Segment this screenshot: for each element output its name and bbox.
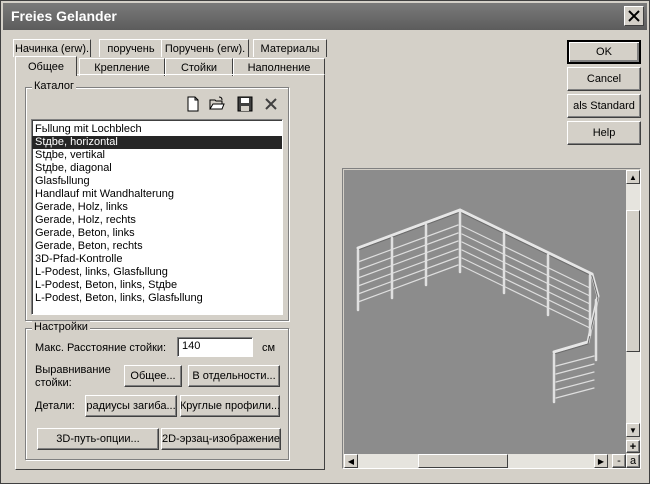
horizontal-scrollbar[interactable]: ◀ ▶ xyxy=(344,454,608,468)
details-label: Детали: xyxy=(35,400,75,412)
list-item[interactable]: Gerade, Beton, links xyxy=(32,227,282,240)
list-item[interactable]: Handlauf mit Wandhalterung xyxy=(32,188,282,201)
tab-filling-ext[interactable]: Начинка (erw). xyxy=(13,39,91,57)
tab-handrail[interactable]: поручень xyxy=(99,39,163,57)
list-item[interactable]: L-Podest, Beton, links, Stдbe xyxy=(32,279,282,292)
bend-radius-button[interactable]: радиусы загиба... xyxy=(85,395,177,417)
list-item[interactable]: 3D-Pfad-Kontrolle xyxy=(32,253,282,266)
as-standard-button[interactable]: als Standard xyxy=(567,94,641,118)
close-icon xyxy=(628,10,640,22)
path-3d-options-button[interactable]: 3D-путь-опции... xyxy=(37,428,159,450)
general-button[interactable]: Общее... xyxy=(124,365,182,387)
horizontal-scroll-thumb[interactable] xyxy=(418,454,508,468)
tab-general[interactable]: Общее xyxy=(15,56,77,76)
vertical-scrollbar[interactable]: ▲ ▼ xyxy=(626,170,640,437)
catalog-list[interactable]: Fьllung mit Lochblech Stдbe, horizontal … xyxy=(31,119,283,315)
scroll-right-button[interactable]: ▶ xyxy=(594,454,608,468)
settings-group-label: Настройки xyxy=(32,321,90,333)
tab-label: Материалы xyxy=(260,42,320,55)
tab-materials[interactable]: Материалы xyxy=(253,39,327,57)
tab-label: Стойки xyxy=(180,61,218,74)
zoom-in-button[interactable]: + xyxy=(626,440,640,453)
list-item[interactable]: Fьllung mit Lochblech xyxy=(32,123,282,136)
preview-viewport[interactable]: ▲ ▼ ◀ ▶ + - a xyxy=(342,168,641,469)
unit-label: см xyxy=(262,342,276,354)
image-2d-substitute-button[interactable]: 2D-эрзац-изображение xyxy=(161,428,281,450)
tab-label: Общее xyxy=(27,60,65,73)
list-item[interactable]: Stдbe, diagonal xyxy=(32,162,282,175)
alignment-label: Выравнивание стойки: xyxy=(35,364,111,389)
vertical-scroll-thumb[interactable] xyxy=(626,210,640,352)
title-bar: Freies Gelander xyxy=(3,3,647,30)
list-item[interactable]: Gerade, Holz, rechts xyxy=(32,214,282,227)
list-item[interactable]: Glasfьllung xyxy=(32,175,282,188)
scroll-down-button[interactable]: ▼ xyxy=(626,423,640,437)
list-item[interactable]: Gerade, Beton, rechts xyxy=(32,240,282,253)
tab-label: Поручень (erw). xyxy=(164,42,246,55)
triangle-left-icon: ◀ xyxy=(347,456,355,466)
catalog-group-label: Каталог xyxy=(32,80,76,92)
tab-label: Наполнение xyxy=(247,61,311,74)
railing-3d-drawing xyxy=(356,208,600,404)
triangle-right-icon: ▶ xyxy=(597,456,605,466)
scroll-left-button[interactable]: ◀ xyxy=(344,454,358,468)
tab-label: Крепление xyxy=(94,61,150,74)
list-item[interactable]: L-Podest, links, Glasfьllung xyxy=(32,266,282,279)
max-distance-input[interactable]: 140 xyxy=(177,337,253,357)
individual-button[interactable]: В отдельности... xyxy=(188,365,280,387)
triangle-down-icon: ▼ xyxy=(629,425,637,435)
delete-x-icon[interactable] xyxy=(263,96,279,112)
list-item-selected[interactable]: Stдbe, horizontal xyxy=(32,136,282,149)
max-distance-label: Макс. Расстояние стойки: xyxy=(35,342,167,354)
list-item[interactable]: L-Podest, Beton, links, Glasfьllung xyxy=(32,292,282,305)
zoom-out-button[interactable]: - xyxy=(612,454,626,468)
zoom-all-button[interactable]: a xyxy=(626,454,640,468)
tab-label: поручень xyxy=(107,42,155,55)
list-item[interactable]: Stдbe, vertikal xyxy=(32,149,282,162)
close-button[interactable] xyxy=(624,6,644,26)
window-title: Freies Gelander xyxy=(11,8,117,24)
scroll-up-button[interactable]: ▲ xyxy=(626,170,640,184)
help-button[interactable]: Help xyxy=(567,121,641,145)
round-profiles-button[interactable]: Круглые профили... xyxy=(180,395,280,417)
dialog-window: Freies Gelander Начинка (erw). поручень … xyxy=(0,0,650,484)
triangle-up-icon: ▲ xyxy=(629,172,637,182)
tab-handrail-ext[interactable]: Поручень (erw). xyxy=(161,39,249,57)
list-item[interactable]: Gerade, Holz, links xyxy=(32,201,282,214)
tab-label: Начинка (erw). xyxy=(14,42,90,55)
ok-button[interactable]: OK xyxy=(567,40,641,64)
cancel-button[interactable]: Cancel xyxy=(567,67,641,91)
new-file-icon[interactable] xyxy=(185,96,201,112)
railing-3d-preview[interactable] xyxy=(344,170,626,454)
open-folder-icon[interactable] xyxy=(209,96,225,112)
save-disk-icon[interactable] xyxy=(237,96,253,112)
